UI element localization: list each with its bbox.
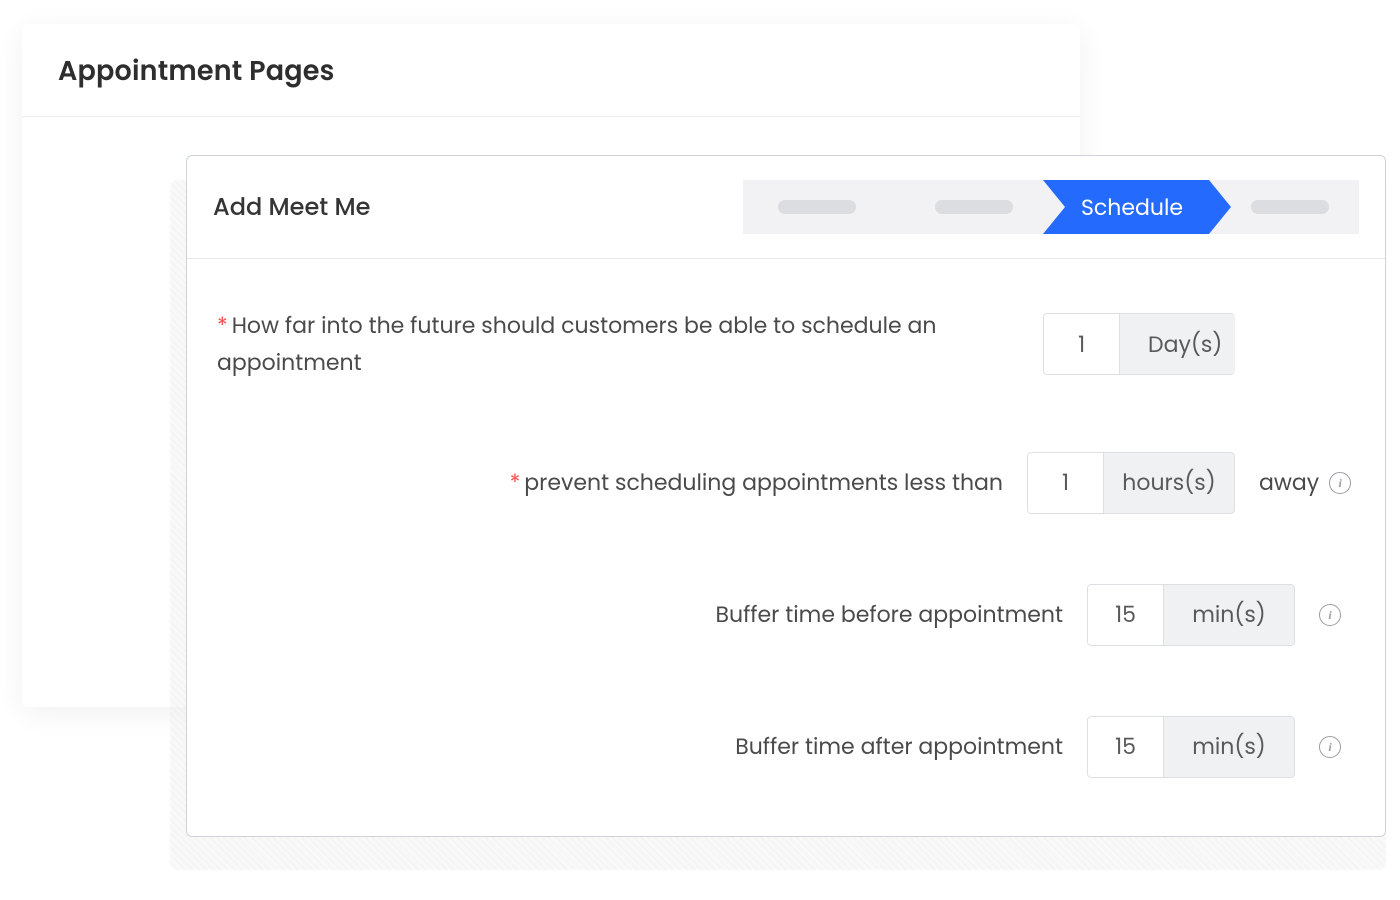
field-label: Buffer time before appointment	[213, 596, 1063, 633]
future-window-value-input[interactable]	[1043, 313, 1119, 375]
field-label: *How far into the future should customer…	[213, 307, 1019, 382]
wizard-step-1[interactable]	[743, 180, 893, 234]
value-unit-group: Day(s)	[1043, 313, 1235, 375]
wizard-step-placeholder-icon	[935, 200, 1013, 214]
page-title: Appointment Pages	[58, 52, 1044, 92]
field-label: *prevent scheduling appointments less th…	[213, 464, 1003, 501]
buffer-after-value-input[interactable]	[1087, 716, 1163, 778]
field-label: Buffer time after appointment	[213, 728, 1063, 765]
wizard-step-label: Schedule	[1081, 191, 1183, 224]
min-notice-value-input[interactable]	[1027, 452, 1103, 514]
value-unit-group: min(s)	[1087, 584, 1295, 646]
min-notice-unit-select[interactable]: hours(s)	[1103, 452, 1235, 514]
value-unit-group: hours(s)	[1027, 452, 1235, 514]
min-notice-trailer: away i	[1259, 466, 1359, 499]
buffer-before-value-input[interactable]	[1087, 584, 1163, 646]
info-icon[interactable]: i	[1329, 472, 1351, 494]
wizard-steps: Schedule	[743, 180, 1359, 234]
wizard-step-placeholder-icon	[1251, 200, 1329, 214]
wizard-step-schedule[interactable]: Schedule	[1043, 180, 1209, 234]
modal-header: Add Meet Me Schedule	[187, 156, 1385, 259]
trailing-text: away	[1259, 466, 1319, 499]
buffer-after-trailer: i	[1319, 736, 1359, 758]
future-window-unit-select[interactable]: Day(s)	[1119, 313, 1235, 375]
buffer-after-unit-select[interactable]: min(s)	[1163, 716, 1295, 778]
field-buffer-before: Buffer time before appointment min(s) i	[213, 584, 1359, 646]
required-asterisk: *	[510, 467, 521, 498]
wizard-step-placeholder-icon	[778, 200, 856, 214]
wizard-step-4[interactable]	[1209, 180, 1359, 234]
field-future-window: *How far into the future should customer…	[213, 307, 1359, 382]
info-icon[interactable]: i	[1319, 604, 1341, 626]
buffer-before-trailer: i	[1319, 604, 1359, 626]
add-meet-me-modal: Add Meet Me Schedule *How far into the f…	[186, 155, 1386, 837]
divider	[22, 116, 1080, 117]
buffer-before-unit-select[interactable]: min(s)	[1163, 584, 1295, 646]
modal-title: Add Meet Me	[213, 190, 370, 225]
required-asterisk: *	[217, 310, 228, 341]
field-buffer-after: Buffer time after appointment min(s) i	[213, 716, 1359, 778]
wizard-step-2[interactable]	[893, 180, 1043, 234]
info-icon[interactable]: i	[1319, 736, 1341, 758]
modal-body: *How far into the future should customer…	[187, 259, 1385, 836]
value-unit-group: min(s)	[1087, 716, 1295, 778]
field-min-notice: *prevent scheduling appointments less th…	[213, 452, 1359, 514]
